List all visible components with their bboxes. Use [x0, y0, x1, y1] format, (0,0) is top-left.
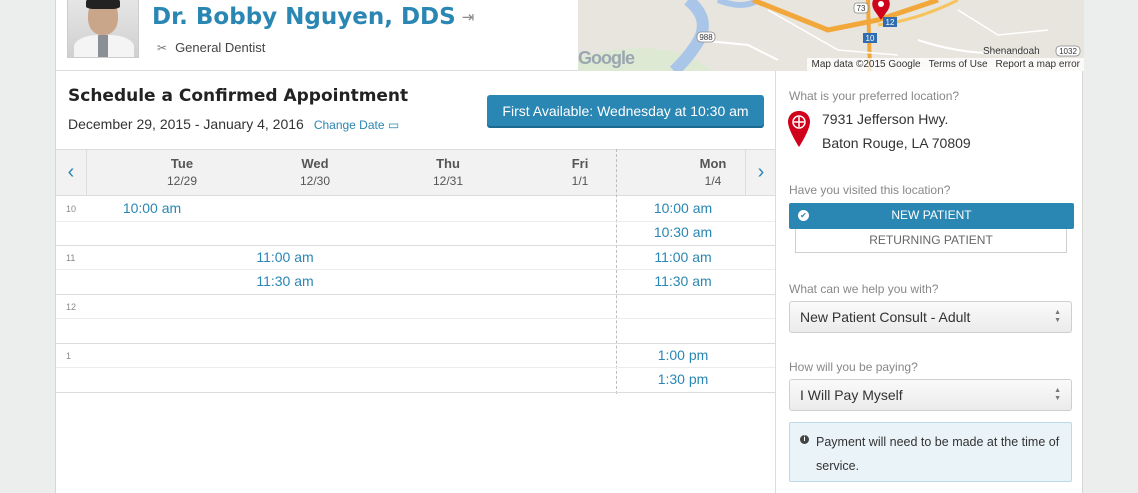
- date-range: December 29, 2015 - January 4, 2016 Chang…: [68, 116, 399, 132]
- select-arrows-icon: ▲ ▼: [1054, 387, 1061, 402]
- location-map[interactable]: 73 12 10 988 1032 Shenandoah Google Map …: [578, 0, 1084, 71]
- date-range-text: December 29, 2015 - January 4, 2016: [68, 116, 304, 132]
- doctor-name-text[interactable]: Dr. Bobby Nguyen, DDS: [152, 4, 456, 30]
- specialty-text: General Dentist: [175, 40, 266, 55]
- map-footer: Map data ©2015 Google Terms of Use Report …: [807, 58, 1084, 71]
- hour-label: 1: [66, 351, 72, 361]
- doctor-name[interactable]: Dr. Bobby Nguyen, DDS ⇥: [152, 4, 474, 30]
- new-patient-button[interactable]: ✔ NEW PATIENT: [789, 203, 1074, 229]
- report-map-error-link[interactable]: Report a map error: [996, 59, 1080, 70]
- hour-label: 10: [66, 204, 77, 214]
- week-divider: [616, 149, 617, 394]
- header: Dr. Bobby Nguyen, DDS ⇥ ✂ General Dentist: [56, 0, 1084, 71]
- time-slot[interactable]: 11:30 am: [225, 273, 345, 289]
- road-label: 1032: [1059, 47, 1077, 56]
- appointment-grid: ‹ Tue 12/29 Wed 12/30 Thu 12/31 Fri 1/1 Mon 1…: [56, 149, 776, 394]
- doctor-photo: [67, 0, 139, 58]
- payment-select[interactable]: I Will Pay Myself ▲ ▼: [789, 379, 1072, 411]
- calendar-icon[interactable]: ▭: [388, 118, 399, 132]
- chevron-right-icon[interactable]: ›: [745, 149, 776, 196]
- location-question: What is your preferred location?: [789, 89, 960, 103]
- place-label: Shenandoah: [983, 46, 1040, 57]
- select-arrows-icon: ▲ ▼: [1054, 309, 1061, 324]
- day-column-header: Tue 12/29: [166, 156, 198, 188]
- time-slot[interactable]: 10:30 am: [623, 224, 743, 240]
- map-attribution: Map data ©2015 Google: [811, 59, 921, 70]
- time-slot[interactable]: 1:30 pm: [623, 371, 743, 387]
- map-pin-icon: [788, 111, 810, 147]
- help-question: What can we help you with?: [789, 282, 939, 296]
- road-label: 73: [856, 4, 866, 13]
- sign-out-icon[interactable]: ⇥: [462, 8, 475, 26]
- time-slot[interactable]: 1:00 pm: [623, 347, 743, 363]
- visited-question: Have you visited this location?: [789, 183, 951, 197]
- paying-question: How will you be paying?: [789, 360, 918, 374]
- road-label: 10: [865, 34, 875, 43]
- map-terms-link[interactable]: Terms of Use: [929, 59, 988, 70]
- day-column-header: Wed 12/30: [299, 156, 331, 188]
- page: Dr. Bobby Nguyen, DDS ⇥ ✂ General Dentist: [55, 0, 1084, 493]
- payment-info-box: i Payment will need to be made at the ti…: [789, 422, 1072, 482]
- tooth-icon: ✂: [157, 41, 168, 55]
- reason-select[interactable]: New Patient Consult - Adult ▲ ▼: [789, 301, 1072, 333]
- returning-patient-button[interactable]: RETURNING PATIENT: [795, 229, 1067, 253]
- change-date-link[interactable]: Change Date ▭: [314, 118, 399, 132]
- payment-info-text: Payment will need to be made at the time…: [816, 435, 1060, 473]
- schedule-title: Schedule a Confirmed Appointment: [68, 86, 409, 106]
- first-available-button[interactable]: First Available: Wednesday at 10:30 am: [487, 95, 764, 126]
- day-column-header: Fri 1/1: [571, 156, 589, 188]
- hour-label: 11: [66, 253, 76, 263]
- time-slot[interactable]: 10:00 am: [92, 200, 212, 216]
- doctor-specialty: ✂ General Dentist: [157, 40, 265, 55]
- address-line-1: 7931 Jefferson Hwy.: [822, 111, 949, 127]
- time-slot[interactable]: 11:00 am: [225, 249, 345, 265]
- road-label: 12: [885, 18, 895, 27]
- google-logo: Google: [578, 48, 635, 68]
- info-icon: i: [800, 435, 809, 444]
- time-slot[interactable]: 10:00 am: [623, 200, 743, 216]
- address-line-2: Baton Rouge, LA 70809: [822, 135, 971, 151]
- check-circle-icon: ✔: [798, 210, 809, 221]
- time-slot[interactable]: 11:30 am: [623, 273, 743, 289]
- time-slot[interactable]: 11:00 am: [623, 249, 743, 265]
- chevron-left-icon[interactable]: ‹: [56, 149, 87, 196]
- day-header-row: Tue 12/29 Wed 12/30 Thu 12/31 Fri 1/1 Mon 1/4: [87, 149, 745, 196]
- road-label: 988: [699, 33, 713, 42]
- booking-panel: What is your preferred location? 7931 Je…: [775, 71, 1084, 493]
- hour-label: 12: [66, 302, 77, 312]
- day-column-header: Thu 12/31: [432, 156, 464, 188]
